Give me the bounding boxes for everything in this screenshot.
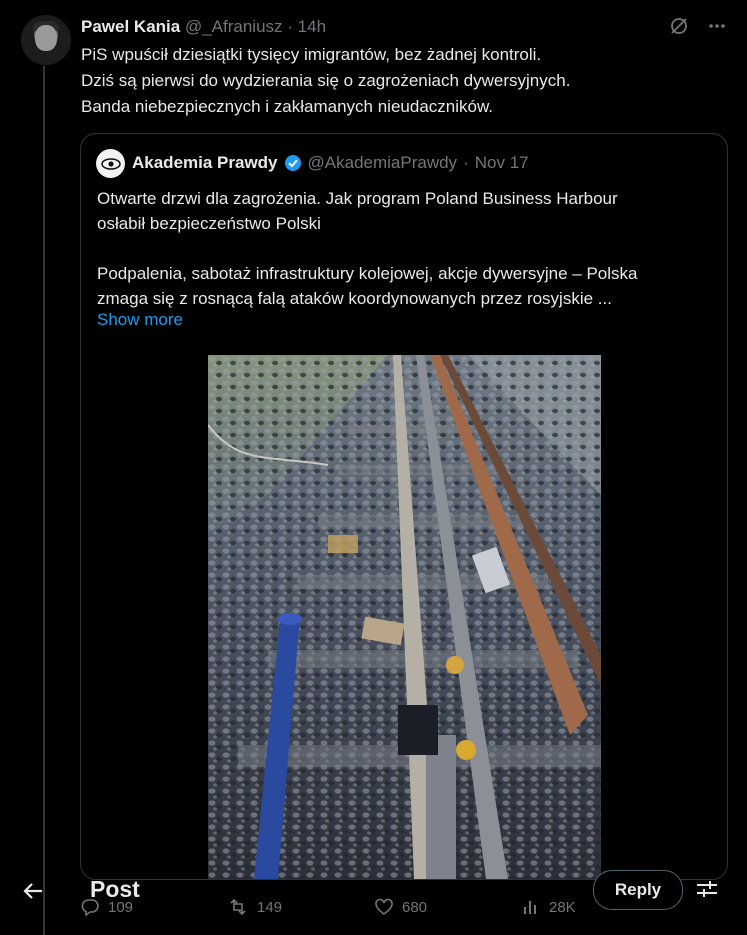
eye-logo-icon <box>100 157 121 170</box>
back-arrow-icon[interactable] <box>20 878 46 904</box>
page-title: Post <box>90 876 140 902</box>
repost-action[interactable]: 149 <box>227 897 282 917</box>
tweet-header: Pawel Kania @_Afraniusz · 14h <box>81 17 326 37</box>
avatar-face <box>35 25 57 51</box>
filter-icon-svg <box>697 881 717 897</box>
tweet-line: Dziś są pierwsi do wydzierania się o zag… <box>81 71 571 90</box>
grok-icon[interactable] <box>667 14 691 38</box>
quote-media-image[interactable] <box>208 355 601 879</box>
tweet-top-icons <box>667 14 729 38</box>
show-more-link[interactable]: Show more <box>97 310 183 330</box>
tweet-text: PiS wpuścił dziesiątki tysięcy imigrantó… <box>81 42 721 120</box>
quote-text: Otwarte drzwi dla zagrożenia. Jak progra… <box>97 186 717 311</box>
author-name[interactable]: Pawel Kania <box>81 17 180 36</box>
thread-line <box>43 66 45 935</box>
views-count: 28K <box>549 898 576 916</box>
tweet-line: PiS wpuścił dziesiątki tysięcy imigrantó… <box>81 45 542 64</box>
timestamp[interactable]: 14h <box>298 17 326 36</box>
reply-button[interactable]: Reply <box>593 870 683 910</box>
quote-line: osłabił bezpieczeństwo Polski <box>97 214 321 233</box>
views-action[interactable]: 28K <box>521 897 576 917</box>
quote-separator: · <box>463 153 469 172</box>
like-action[interactable]: 680 <box>374 897 427 917</box>
quote-date[interactable]: Nov 17 <box>475 153 529 173</box>
back-arrow-svg <box>23 883 42 899</box>
more-icon[interactable] <box>705 14 729 38</box>
views-icon <box>524 901 536 914</box>
separator: · <box>287 17 293 36</box>
heart-icon <box>375 898 393 915</box>
verified-badge-icon <box>284 155 301 171</box>
filter-icon[interactable] <box>694 876 720 902</box>
quote-handle[interactable]: @AkademiaPrawdy <box>308 153 458 173</box>
quote-line: Otwarte drzwi dla zagrożenia. Jak progra… <box>97 189 618 208</box>
railway-photo <box>208 355 601 879</box>
repost-icon <box>230 898 246 916</box>
quote-avatar[interactable] <box>96 149 125 178</box>
quoted-tweet[interactable]: Akademia Prawdy @AkademiaPrawdy · Nov 17… <box>80 133 728 880</box>
repost-count: 149 <box>257 898 283 916</box>
author-handle[interactable]: @_Afraniusz <box>185 17 283 36</box>
quote-header: Akademia Prawdy @AkademiaPrawdy · Nov 17 <box>132 153 529 173</box>
avatar[interactable] <box>21 15 71 65</box>
quote-author-name[interactable]: Akademia Prawdy <box>132 153 278 173</box>
quote-line <box>97 236 717 261</box>
quote-line: zmaga się z rosnącą falą ataków koordyno… <box>97 289 612 308</box>
grok-icon-svg <box>671 18 687 34</box>
like-count: 680 <box>402 898 428 916</box>
more-icon-svg <box>709 24 725 28</box>
quote-line: Podpalenia, sabotaż infrastruktury kolej… <box>97 264 638 283</box>
tweet-line: Banda niebezpiecznych i zakłamanych nieu… <box>81 97 494 116</box>
